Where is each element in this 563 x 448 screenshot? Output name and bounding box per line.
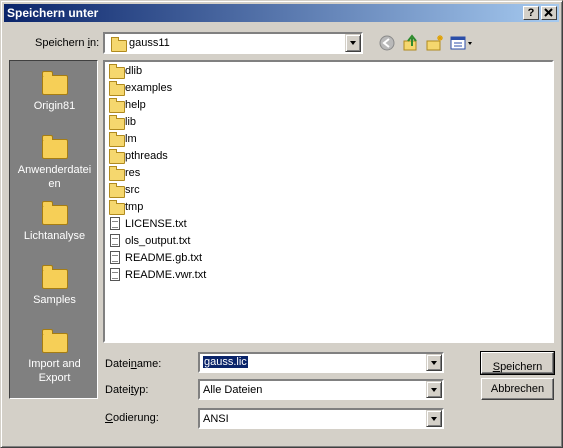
folder-icon [109, 81, 125, 96]
view-menu-icon[interactable] [450, 34, 474, 52]
save-button-accel: S [492, 361, 501, 373]
folder-icon [109, 166, 125, 181]
help-button[interactable]: ? [523, 6, 539, 20]
file-name: README.gb.txt [125, 252, 203, 264]
save-in-combo[interactable]: gauss11 [103, 32, 363, 54]
file-list[interactable]: dlib examples help lib lm pthreads res s… [103, 60, 554, 343]
title-bar[interactable]: Speichern unter ? [4, 4, 559, 22]
cancel-button[interactable]: Abbrechen [481, 378, 554, 400]
place-label: Anwenderdatei [17, 164, 92, 176]
folder-icon [42, 71, 68, 95]
file-name: src [125, 184, 140, 196]
filename-value: gauss.lic [203, 356, 248, 368]
filetype-dropdown-button[interactable] [426, 381, 442, 398]
file-name: help [125, 99, 146, 111]
encoding-label-accel: C [105, 412, 113, 424]
save-button[interactable]: Speichern [480, 351, 555, 375]
folder-icon [109, 149, 125, 164]
filename-label-pre: Datei [105, 358, 131, 370]
file-name: dlib [125, 65, 143, 77]
back-arrow-icon[interactable] [378, 34, 396, 52]
place-label-line2: Export [38, 372, 71, 384]
folder-icon [42, 265, 68, 289]
cancel-button-label: Abbrechen [490, 383, 545, 395]
file-name: LICENSE.txt [125, 218, 187, 230]
places-bar: Origin81 Anwenderdatei en Lichtanalyse S… [9, 60, 98, 399]
close-icon [544, 8, 553, 17]
text-file-icon [110, 217, 120, 230]
place-label-line2: en [48, 178, 61, 190]
place-anwenderdateien[interactable]: Anwenderdatei en [10, 133, 99, 193]
file-name: lm [125, 133, 137, 145]
filetype-value: Alle Dateien [203, 384, 263, 396]
place-origin81[interactable]: Origin81 [10, 69, 99, 119]
folder-icon [109, 64, 125, 79]
file-name: tmp [125, 201, 144, 213]
place-lichtanalyse[interactable]: Lichtanalyse [10, 199, 99, 249]
filetype-label: Dateityp: [105, 384, 148, 396]
text-file-icon [110, 234, 120, 247]
place-label: Origin81 [33, 100, 76, 112]
folder-icon [42, 135, 68, 159]
place-label: Import and [28, 358, 81, 370]
filetype-label-pre: Datei [105, 384, 131, 396]
folder-icon [109, 183, 125, 198]
file-name: ols_output.txt [125, 235, 191, 247]
save-button-label: peichern [500, 361, 543, 373]
filetype-label-post: yp: [133, 384, 149, 396]
folder-icon [109, 98, 125, 113]
folder-icon [109, 132, 125, 147]
file-name: README.vwr.txt [125, 269, 207, 281]
filename-input[interactable]: gauss.lic [198, 352, 444, 373]
text-file-icon [110, 251, 120, 264]
close-button[interactable] [541, 6, 557, 20]
window-title: Speichern unter [7, 6, 99, 20]
encoding-label-post: odierung: [112, 412, 159, 424]
file-name: pthreads [125, 150, 168, 162]
place-import-export[interactable]: Import and Export [10, 327, 99, 387]
up-folder-icon[interactable] [402, 34, 420, 52]
file-name: res [125, 167, 141, 179]
save-as-dialog: Speichern unter ? Speichern in: gauss11 [0, 0, 563, 448]
folder-icon [109, 115, 125, 130]
place-label: Samples [33, 294, 76, 306]
folder-icon [42, 329, 68, 353]
save-in-value: gauss11 [129, 37, 170, 49]
filetype-select[interactable]: Alle Dateien [198, 379, 444, 400]
new-folder-icon[interactable] [426, 34, 444, 52]
encoding-select[interactable]: ANSI [198, 408, 444, 429]
place-label: Lichtanalyse [23, 230, 86, 242]
folder-icon [111, 37, 127, 52]
filename-label: Dateiname: [105, 358, 161, 370]
save-in-label: Speichern in: [35, 37, 99, 49]
filename-dropdown-button[interactable] [426, 354, 442, 371]
text-file-icon [110, 268, 120, 281]
folder-icon [109, 200, 125, 215]
encoding-value: ANSI [203, 413, 229, 425]
folder-icon [42, 201, 68, 225]
save-in-label-pre: Speichern [35, 37, 88, 49]
filename-label-post: ame: [136, 358, 162, 370]
encoding-dropdown-button[interactable] [426, 410, 442, 427]
file-name: lib [125, 116, 137, 128]
save-in-label-post: n: [90, 37, 100, 49]
save-in-dropdown-button[interactable] [345, 34, 361, 52]
place-samples[interactable]: Samples [10, 263, 99, 313]
file-name: examples [125, 82, 173, 94]
encoding-label: Codierung: [105, 412, 159, 424]
